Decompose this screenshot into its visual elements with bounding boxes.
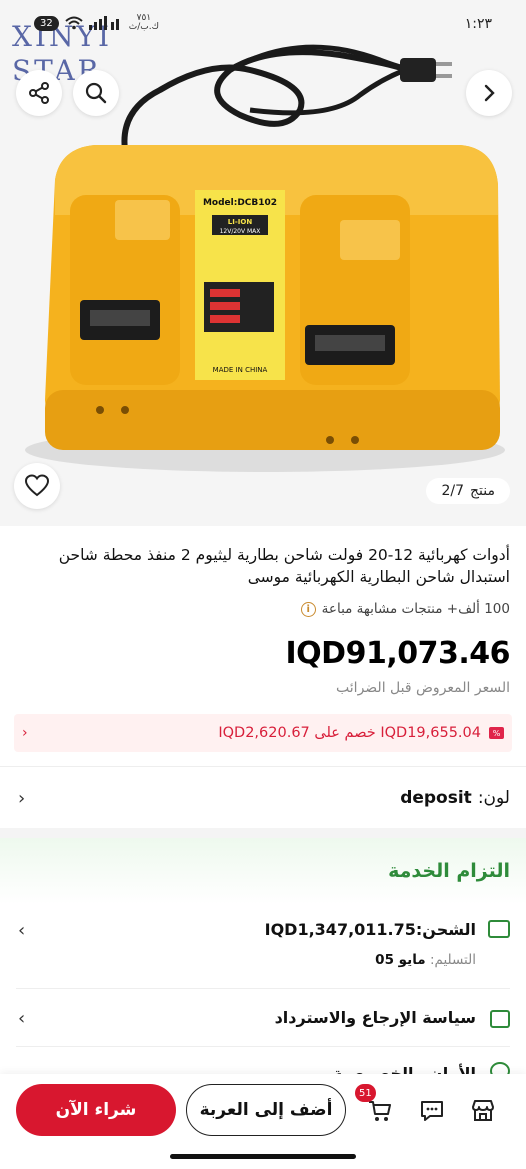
image-counter-word: منتج: [470, 483, 495, 499]
image-counter: منتج 2/7: [426, 478, 510, 504]
return-policy-row[interactable]: سياسة الإرجاع والاسترداد ‹: [0, 996, 526, 1046]
battery-indicator: 32: [34, 15, 59, 31]
color-value: deposit: [400, 788, 472, 808]
network-speed: ٧٥١ ك.ب/ث: [129, 14, 159, 32]
charger-origin-text: MADE IN CHINA: [213, 366, 268, 374]
status-indicators: 32 ٧٥١ ك.ب/ث: [34, 14, 159, 32]
service-title: التزام الخدمة: [388, 860, 510, 882]
promo-banner[interactable]: % IQD19,655.04 خصم على IQD2,620.67 ‹: [14, 714, 512, 752]
heart-icon: [24, 474, 50, 497]
chevron-right-icon: [484, 84, 495, 102]
shipping-value: IQD1,347,011.75: [264, 920, 416, 939]
wifi-icon: [65, 16, 83, 30]
cart-icon: [369, 1101, 391, 1121]
bottom-action-bar: شراء الآن أضف إلى العربة 51: [0, 1074, 526, 1169]
store-icon: [472, 1100, 494, 1121]
buy-now-button[interactable]: شراء الآن: [16, 1084, 176, 1136]
shipping-row[interactable]: الشحن:IQD1,347,011.75 التسليم: مايو 05 ‹: [0, 906, 526, 986]
delivery-label: التسليم:: [429, 952, 476, 968]
add-to-cart-button[interactable]: أضف إلى العربة: [186, 1084, 346, 1136]
divider: [16, 1046, 510, 1047]
return-policy-label: سياسة الإرجاع والاسترداد: [274, 1008, 476, 1027]
search-icon: [85, 82, 107, 104]
color-selector[interactable]: لون: deposit ‹: [0, 776, 526, 820]
cart-count-badge: 51: [355, 1084, 376, 1102]
color-label: لون:: [477, 788, 510, 808]
chat-icon: [421, 1101, 443, 1121]
divider: [0, 766, 526, 767]
price-note: السعر المعروض قبل الضرائب: [336, 680, 510, 696]
product-price: IQD91,073.46: [285, 636, 511, 671]
favorite-button[interactable]: [14, 463, 60, 509]
charger-type-text: LI-ION: [228, 218, 253, 226]
network-speed-unit: ك.ب/ث: [128, 22, 159, 32]
shipping-info: الشحن:IQD1,347,011.75: [265, 920, 476, 939]
delivery-value: مايو 05: [375, 952, 426, 968]
delivery-info: التسليم: مايو 05: [375, 952, 476, 968]
chevron-left-icon: ‹: [18, 1008, 26, 1029]
charger-spec-text: 12V/20V MAX: [220, 228, 261, 235]
next-button[interactable]: [466, 70, 512, 116]
charger-model-text: Model:DCB102: [203, 198, 277, 208]
chevron-left-icon: ‹: [18, 920, 26, 941]
promo-text: IQD19,655.04 خصم على IQD2,620.67: [218, 725, 481, 741]
shipping-label: الشحن:: [415, 920, 476, 939]
divider: [16, 988, 510, 989]
store-button[interactable]: [468, 1096, 498, 1126]
product-title: أدوات كهربائية 12-20 فولت شاحن بطارية لي…: [58, 546, 510, 586]
signal-icon: [88, 16, 119, 30]
info-icon: i: [300, 601, 316, 617]
section-separator: [0, 828, 526, 838]
service-commitment-header: التزام الخدمة: [0, 838, 526, 904]
chevron-left-icon: ‹: [22, 725, 28, 741]
status-time: ١:٢٣: [464, 16, 492, 32]
status-bar: 32 ٧٥١ ك.ب/ث ١:٢٣: [0, 0, 526, 40]
truck-icon: [488, 920, 510, 938]
share-button[interactable]: [16, 70, 62, 116]
return-icon: [490, 1010, 510, 1028]
share-icon: [29, 82, 49, 104]
product-image-gallery[interactable]: 32 ٧٥١ ك.ب/ث ١:٢٣ XINYI STAR Model:DCB10…: [0, 0, 526, 526]
home-indicator: [170, 1154, 356, 1159]
similar-sold-text: 100 ألف+ منتجات مشابهة مباعة: [321, 601, 510, 617]
similar-sold-info[interactable]: 100 ألف+ منتجات مشابهة مباعة i: [300, 601, 510, 617]
chevron-left-icon: ‹: [18, 787, 26, 809]
coupon-icon: %: [489, 727, 504, 739]
chat-button[interactable]: [417, 1096, 447, 1126]
image-counter-value: 2/7: [441, 483, 464, 499]
search-button[interactable]: [73, 70, 119, 116]
